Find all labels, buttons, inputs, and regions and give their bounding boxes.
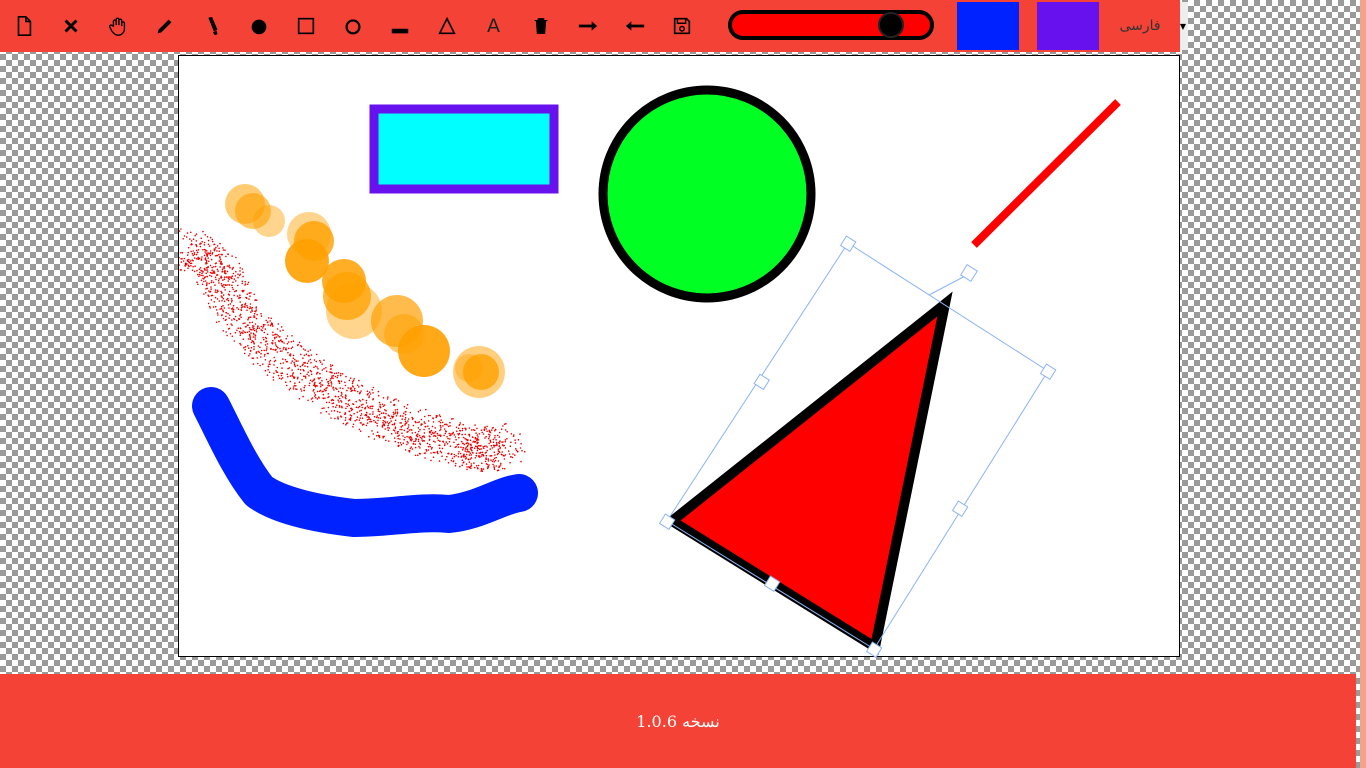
rotate-handle[interactable]: [960, 264, 978, 282]
line-icon: [391, 28, 408, 34]
new-file-icon: [17, 16, 31, 36]
resize-handle-upper-left[interactable]: [753, 373, 770, 391]
triangle-button[interactable]: [423, 0, 470, 52]
triangle-icon: [437, 16, 456, 35]
pan-hand-icon: [108, 17, 125, 36]
fill-color-picker[interactable]: [1037, 2, 1099, 50]
scrollbar-edge[interactable]: [1360, 0, 1366, 768]
filled-circle-icon: [251, 19, 266, 35]
text-button[interactable]: A: [470, 0, 517, 52]
clear-icon: [63, 19, 78, 33]
pan-button[interactable]: [94, 0, 141, 52]
drawing-canvas[interactable]: [178, 55, 1181, 658]
circle-button[interactable]: [329, 0, 376, 52]
stroke-color-picker[interactable]: [957, 2, 1019, 50]
rectangle-button[interactable]: [282, 0, 329, 52]
save-button[interactable]: [658, 0, 705, 52]
cyan-rectangle-shape: [369, 104, 559, 194]
resize-handle-right[interactable]: [1039, 363, 1057, 380]
line-button[interactable]: [376, 0, 423, 52]
save-icon: [673, 17, 690, 35]
redo-arrow-icon: [578, 21, 597, 31]
undo-button[interactable]: [611, 0, 658, 52]
filled-circle-button[interactable]: [235, 0, 282, 52]
language-select-value: فارسی: [1119, 18, 1161, 34]
brush-size-slider[interactable]: [728, 10, 934, 40]
circle-icon: [344, 19, 361, 35]
red-triangle-shape: [663, 291, 953, 656]
language-select[interactable]: فارسی ▼: [1100, 2, 1188, 50]
marker-button[interactable]: [188, 0, 235, 52]
text-icon: A: [487, 15, 500, 37]
marker-icon: [207, 16, 217, 36]
new-file-button[interactable]: [0, 0, 47, 52]
clear-button[interactable]: [47, 0, 94, 52]
rectangle-icon: [297, 17, 314, 35]
red-line-shape: [971, 99, 1121, 248]
undo-arrow-icon: [625, 21, 644, 31]
orange-brush-stroke: [225, 184, 505, 398]
version-label: نسخه 1.0.6: [636, 711, 720, 731]
resize-handle-top[interactable]: [839, 235, 857, 252]
drawing-surface[interactable]: [179, 56, 1181, 658]
delete-button[interactable]: [517, 0, 564, 52]
dropdown-arrow-icon: ▼: [1179, 22, 1186, 31]
redo-button[interactable]: [564, 0, 611, 52]
trash-icon: [534, 18, 547, 34]
green-circle-shape: [598, 85, 816, 303]
pencil-button[interactable]: [141, 0, 188, 52]
footer: نسخه 1.0.6: [0, 674, 1356, 768]
brush-size-slider-thumb[interactable]: [878, 12, 905, 38]
pencil-icon: [157, 19, 171, 34]
blue-brush-stroke: [192, 387, 538, 537]
